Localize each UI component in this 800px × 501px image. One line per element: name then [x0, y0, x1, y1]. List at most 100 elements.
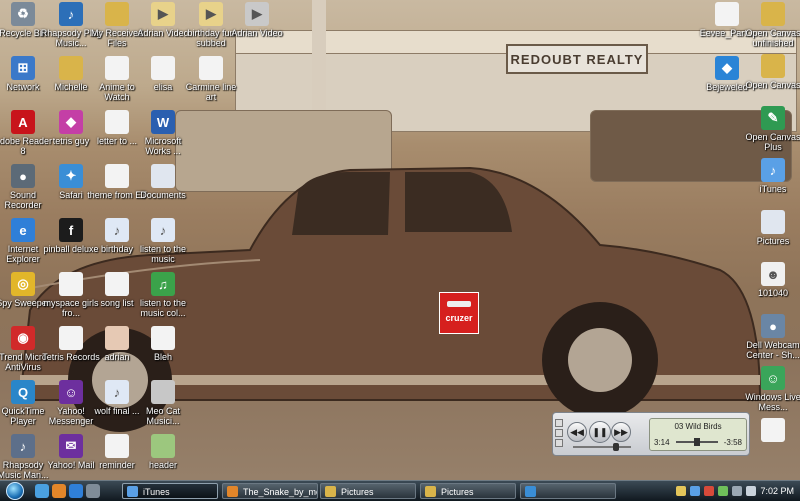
image-file-icon [151, 380, 175, 404]
desktop-icon[interactable]: Open Canvas [742, 54, 800, 90]
elapsed-time: 3:14 [654, 438, 670, 447]
desktop-icon-label: Meo Cat Musici... [145, 406, 180, 426]
desktop-icon[interactable]: ♪ iTunes [742, 158, 800, 194]
folder-icon [761, 2, 785, 26]
cruzer-drive-icon[interactable]: cruzer [439, 292, 479, 334]
tray-icon[interactable] [718, 486, 728, 496]
switch-windows-icon[interactable] [86, 484, 100, 498]
desktop-icon[interactable]: Documents [132, 164, 194, 200]
desktop-icon[interactable]: header [132, 434, 194, 470]
desktop-icon[interactable]: ☺ Windows Live Mess... [742, 366, 800, 412]
desktop-icon[interactable]: W Microsoft Works ... [132, 110, 194, 156]
remaining-time: -3:58 [723, 438, 742, 447]
desktop-icon[interactable]: ♪ listen to the music [132, 218, 194, 264]
document-icon [59, 326, 83, 350]
document-icon [151, 56, 175, 80]
desktop-icon[interactable]: ▶ Adrian Video [226, 2, 288, 38]
next-track-button[interactable]: ▶▶ [611, 422, 631, 442]
document-icon [59, 272, 83, 296]
document-icon [715, 2, 739, 26]
internet-explorer-icon[interactable] [69, 484, 83, 498]
tray-icon[interactable] [704, 486, 714, 496]
wallpaper-sign: REDOUBT REALTY [506, 44, 648, 74]
audio-file-icon: ♪ [105, 218, 129, 242]
desktop-icon[interactable]: Pictures [742, 210, 800, 246]
network-icon: ⊞ [11, 56, 35, 80]
rhapsody-icon: ♪ [59, 2, 83, 26]
yahoo-mail-icon: ✉ [59, 434, 83, 458]
taskbar-app-icon [227, 486, 238, 497]
desktop-icon[interactable]: ☻ 101040 [742, 262, 800, 298]
minimize-icon[interactable] [555, 429, 563, 437]
video-file-icon: ▶ [199, 2, 223, 26]
firefox-icon[interactable] [52, 484, 66, 498]
safari-icon: ✦ [59, 164, 83, 188]
taskbar-button[interactable]: Pictures [320, 483, 416, 499]
documents-icon [151, 164, 175, 188]
volume-tray-icon[interactable] [746, 486, 756, 496]
taskbar-app-icon [525, 486, 536, 497]
audio-file-icon: ♪ [151, 218, 175, 242]
tray-icon[interactable] [676, 486, 686, 496]
desktop-icon-label: Dell Webcam Center - Sh... [746, 340, 800, 360]
adobe-reader-icon: A [11, 110, 35, 134]
now-playing-display: 03 Wild Birds 3:14 -3:58 [649, 418, 747, 451]
desktop-icon[interactable]: ✎ Open Canvas Plus [742, 106, 800, 152]
start-button[interactable] [0, 481, 30, 501]
itunes-mini-player: ◀◀ ❚❚ ▶▶ 03 Wild Birds 3:14 -3:58 [552, 412, 750, 456]
works-icon: W [151, 110, 175, 134]
desktop-icon-label: Carmine line art [185, 82, 237, 102]
taskbar-button[interactable]: Pictures [420, 483, 516, 499]
yahoo-messenger-icon: ☺ [59, 380, 83, 404]
taskbar-app-icon [425, 486, 436, 497]
volume-slider[interactable] [573, 446, 631, 448]
show-desktop-icon[interactable] [35, 484, 49, 498]
track-title: 03 Wild Birds [674, 422, 722, 431]
desktop-icon[interactable]: Meo Cat Musici... [132, 380, 194, 426]
desktop-icon[interactable] [742, 418, 800, 444]
taskbar-button[interactable]: The_Snake_by_mess... [222, 483, 318, 499]
taskbar-button-label: iTunes [143, 487, 170, 497]
close-icon[interactable] [555, 419, 563, 427]
document-icon [199, 56, 223, 80]
document-icon [151, 326, 175, 350]
taskbar-button-label: Pictures [341, 487, 374, 497]
folder-icon [105, 2, 129, 26]
cruzer-label: cruzer [445, 313, 473, 323]
windows-live-messenger-icon: ☺ [761, 366, 785, 390]
tray-icon[interactable] [690, 486, 700, 496]
taskbar-button[interactable]: iTunes [122, 483, 218, 499]
desktop-icon-label: Windows Live Mess... [745, 392, 800, 412]
taskbar-app-icon [127, 486, 138, 497]
desktop-icon[interactable]: ● Dell Webcam Center - Sh... [742, 314, 800, 360]
desktop-icon-label: Microsoft Works ... [144, 136, 182, 156]
progress-knob[interactable] [694, 438, 701, 446]
desktop-icon-label: 101040 [757, 288, 789, 298]
desktop-icon-label: Open Canvas [745, 80, 800, 90]
system-tray: 7:02 PM [668, 481, 800, 501]
taskbar-button-label: The_Snake_by_mess... [243, 487, 317, 497]
play-pause-button[interactable]: ❚❚ [589, 421, 611, 443]
folder-icon [59, 56, 83, 80]
taskbar-button-label: Pictures [441, 487, 474, 497]
video-file-icon: ▶ [245, 2, 269, 26]
desktop-icon-label: Open Canvas Plus [745, 132, 800, 152]
rhapsody-manager-icon: ♪ [11, 434, 35, 458]
volume-knob[interactable] [613, 443, 619, 451]
previous-track-button[interactable]: ◀◀ [567, 422, 587, 442]
blank-icon [761, 418, 785, 442]
desktop-icon[interactable]: ♫ listen to the music col... [132, 272, 194, 318]
taskbar: iTunes The_Snake_by_mess... Pictures Pictur… [0, 480, 800, 501]
desktop-icon[interactable]: Carmine line art [180, 56, 242, 102]
desktop: REDOUBT REALTY ♻Recycle Bin⊞NetworkAAdob… [0, 0, 800, 480]
pictures-icon [761, 210, 785, 234]
desktop-icon[interactable]: Open Canvas unfinished [742, 2, 800, 48]
maximize-icon[interactable] [555, 439, 563, 447]
itunes-icon: ♪ [761, 158, 785, 182]
taskbar-button[interactable] [520, 483, 616, 499]
bejeweled-icon: ◆ [715, 56, 739, 80]
desktop-icon[interactable]: Bleh [132, 326, 194, 362]
network-tray-icon[interactable] [732, 486, 742, 496]
image-file-icon: ☻ [761, 262, 785, 286]
clock[interactable]: 7:02 PM [760, 481, 794, 501]
